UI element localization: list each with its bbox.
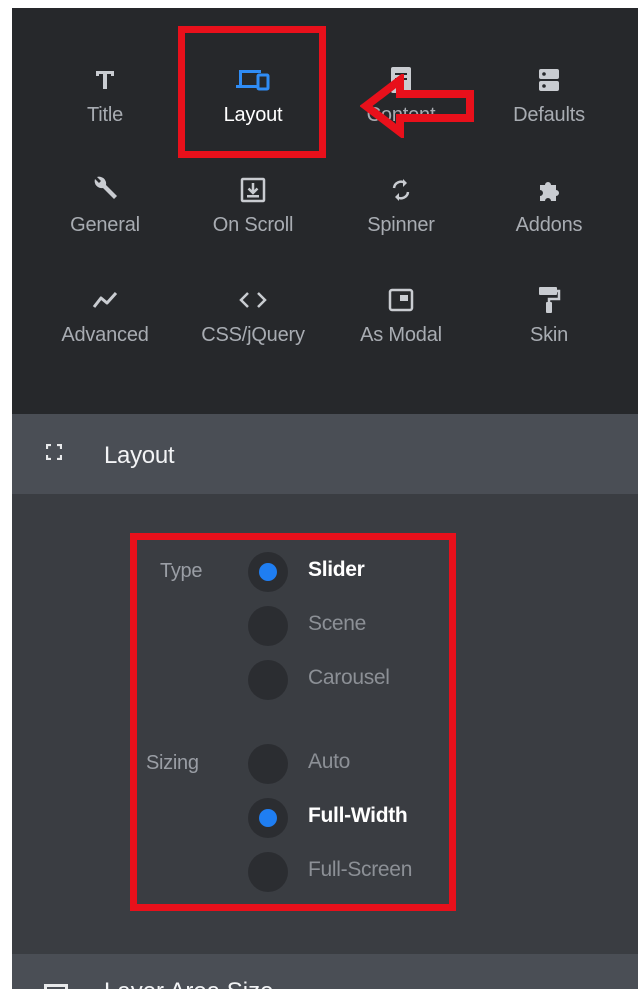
tool-css-jquery-label: CSS/jQuery (201, 324, 305, 346)
sizing-radio-full-screen[interactable] (248, 852, 288, 892)
type-radio-slider[interactable] (248, 552, 288, 592)
type-option-scene[interactable]: Scene (308, 612, 366, 636)
tool-layout[interactable]: Layout (179, 50, 327, 140)
tool-defaults-label: Defaults (513, 104, 585, 126)
line-chart-icon (31, 284, 179, 316)
type-option-carousel[interactable]: Carousel (308, 666, 390, 690)
wrench-icon (31, 174, 179, 206)
layer-area-size-title: Layer Area Size (104, 978, 273, 989)
tool-defaults[interactable]: Defaults (475, 50, 623, 140)
layout-form: Type Slider Scene Carousel Sizing Auto F… (12, 494, 638, 954)
modal-window-icon (327, 284, 475, 316)
document-icon (327, 64, 475, 96)
text-t-icon (31, 64, 179, 96)
type-radio-scene[interactable] (248, 606, 288, 646)
download-box-icon (179, 174, 327, 206)
layer-area-size-header[interactable]: Layer Area Size (12, 954, 638, 989)
code-brackets-icon (179, 284, 327, 316)
type-label: Type (160, 560, 203, 582)
tool-on-scroll[interactable]: On Scroll (179, 160, 327, 250)
tool-on-scroll-label: On Scroll (212, 214, 294, 236)
tool-general[interactable]: General (31, 160, 179, 250)
tool-layout-label: Layout (223, 104, 283, 126)
tool-general-label: General (70, 214, 140, 236)
sizing-radio-full-width[interactable] (248, 798, 288, 838)
tool-advanced-label: Advanced (61, 324, 149, 346)
layout-section-header[interactable]: Layout (12, 414, 638, 494)
tool-spinner-label: Spinner (367, 214, 435, 236)
tool-skin[interactable]: Skin (475, 270, 623, 360)
sizing-option-auto[interactable]: Auto (308, 750, 350, 774)
tool-title[interactable]: Title (31, 50, 179, 140)
puzzle-icon (475, 174, 623, 206)
server-icon (475, 64, 623, 96)
paint-roller-icon (475, 284, 623, 316)
tool-content[interactable]: Content (327, 50, 475, 140)
layer-area-icon (44, 984, 68, 989)
tool-title-label: Title (86, 104, 124, 126)
tool-skin-label: Skin (529, 324, 569, 346)
sizing-option-full-width[interactable]: Full-Width (308, 804, 408, 828)
tool-css-jquery[interactable]: CSS/jQuery (179, 270, 327, 360)
layout-section-title: Layout (104, 442, 175, 469)
sizing-label: Sizing (146, 752, 199, 774)
type-option-slider[interactable]: Slider (308, 558, 365, 582)
settings-toolbar: Title Layout Content Defaults General On… (12, 8, 638, 414)
tool-addons[interactable]: Addons (475, 160, 623, 250)
tool-spinner[interactable]: Spinner (327, 160, 475, 250)
tool-addons-label: Addons (515, 214, 583, 236)
settings-panel: Title Layout Content Defaults General On… (12, 8, 638, 989)
type-radio-carousel[interactable] (248, 660, 288, 700)
expand-corners-icon (45, 443, 63, 461)
devices-icon (179, 64, 327, 96)
tool-advanced[interactable]: Advanced (31, 270, 179, 360)
sizing-radio-auto[interactable] (248, 744, 288, 784)
tool-content-label: Content (366, 104, 436, 126)
refresh-icon (327, 174, 475, 206)
tool-as-modal[interactable]: As Modal (327, 270, 475, 360)
sizing-option-full-screen[interactable]: Full-Screen (308, 858, 412, 882)
tool-as-modal-label: As Modal (360, 324, 442, 346)
